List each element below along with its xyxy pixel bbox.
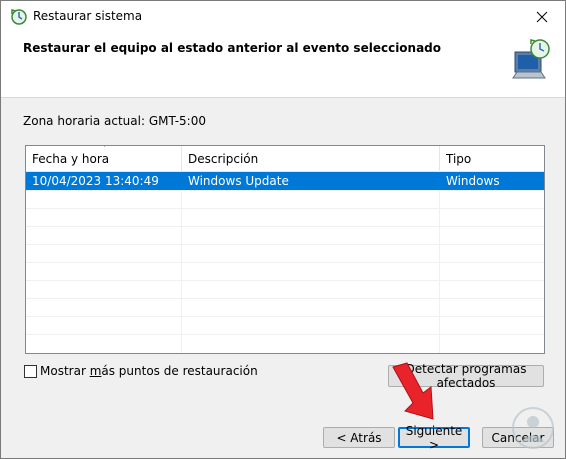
grid-divider xyxy=(26,316,544,317)
back-button[interactable]: < Atrás xyxy=(323,427,395,448)
page-title: Restaurar el equipo al estado anterior a… xyxy=(23,41,442,55)
window-title: Restaurar sistema xyxy=(33,9,143,23)
cell-tipo: Windows Update xyxy=(446,174,500,206)
column-label: Descripción xyxy=(188,152,259,166)
close-icon xyxy=(536,11,548,23)
header-panel: Restaurar el equipo al estado anterior a… xyxy=(1,33,565,98)
table-row[interactable]: 10/04/2023 13:40:49 Windows Update Windo… xyxy=(26,172,544,206)
grid-divider xyxy=(26,298,544,299)
grid-divider xyxy=(26,334,544,335)
annotation-arrow-icon xyxy=(392,362,434,420)
title-bar: Restaurar sistema xyxy=(1,1,565,33)
list-header: Fecha y hora Descripción Tipo xyxy=(26,146,544,172)
grid-divider xyxy=(26,262,544,263)
chevron-down-icon xyxy=(103,146,106,147)
column-label: Fecha y hora xyxy=(32,152,110,166)
column-label: Tipo xyxy=(446,152,472,166)
restore-points-list[interactable]: Fecha y hora Descripción Tipo 10/04/2023… xyxy=(25,145,545,354)
cell-descripcion: Windows Update xyxy=(188,174,289,188)
monitor-restore-icon xyxy=(512,39,550,79)
cell-fecha: 10/04/2023 13:40:49 xyxy=(32,174,159,188)
column-header-fecha[interactable]: Fecha y hora xyxy=(26,146,182,171)
checkbox-label: Mostrar más puntos de restauración xyxy=(40,364,258,378)
grid-divider xyxy=(26,208,544,209)
checkbox-box[interactable] xyxy=(24,364,37,378)
system-restore-icon xyxy=(11,9,27,25)
grid-divider xyxy=(26,280,544,281)
timezone-label: Zona horaria actual: GMT-5:00 xyxy=(23,114,206,128)
watermark-logo-icon xyxy=(512,407,554,449)
grid-divider xyxy=(26,226,544,227)
restore-dialog: Restaurar sistema Restaurar el equipo al… xyxy=(0,0,566,459)
grid-divider xyxy=(26,244,544,245)
close-button[interactable] xyxy=(519,1,565,33)
more-points-checkbox[interactable]: Mostrar más puntos de restauración xyxy=(24,364,258,378)
column-header-tipo[interactable]: Tipo xyxy=(440,146,544,171)
column-header-descripcion[interactable]: Descripción xyxy=(182,146,440,171)
